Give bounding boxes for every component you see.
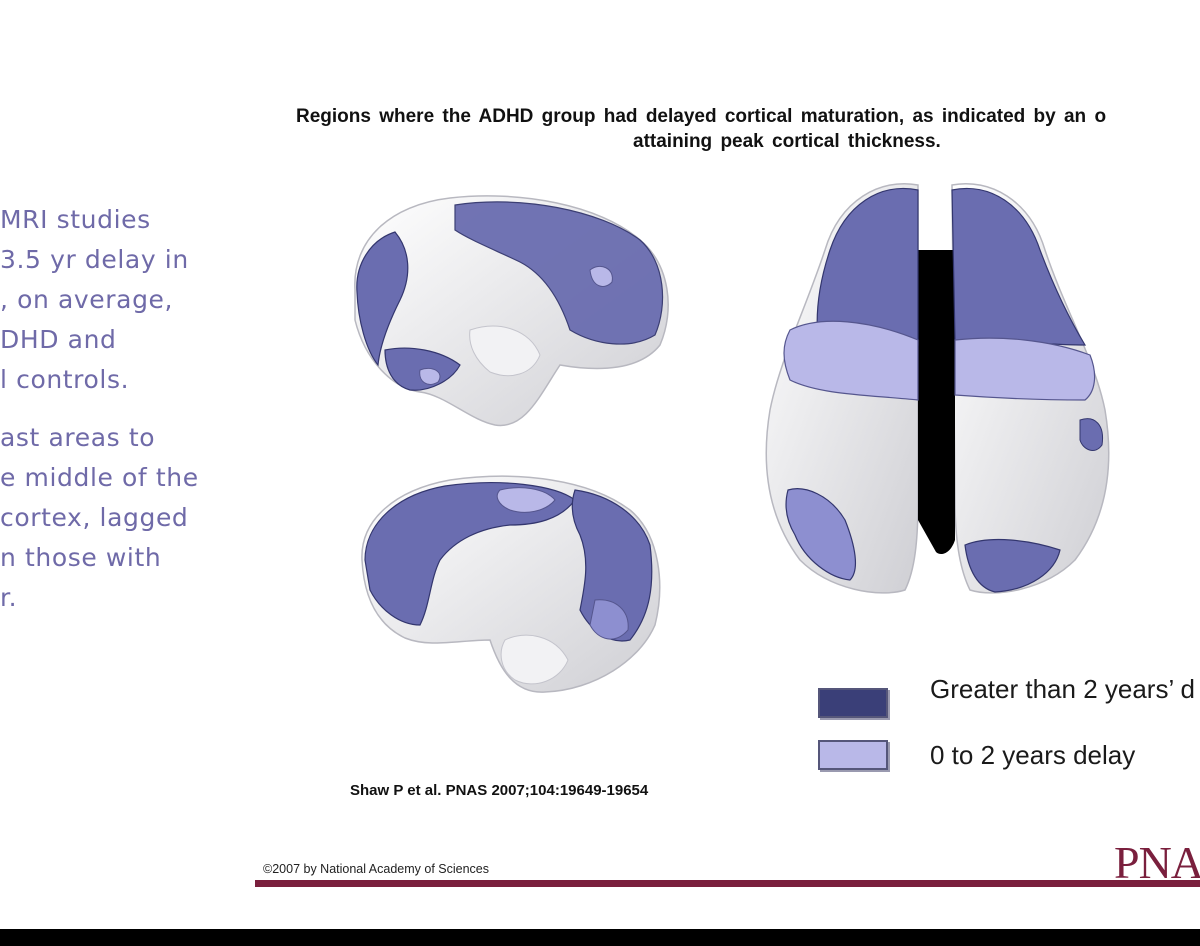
copyright-notice: ©2007 by National Academy of Sciences [263,862,490,876]
text-line: l controls. [0,365,130,394]
text-line: , on average, [0,285,174,314]
figure-title-line-1: Regions where the ADHD group had delayed… [296,106,1107,127]
legend-label-0-to-2-years: 0 to 2 years delay [930,740,1136,770]
legend-swatch-greater-than-2-years [818,688,888,718]
text-line: e middle of the [0,463,199,492]
slide: MRI studies 3.5 yr delay in , on average… [0,0,1200,946]
footer-rule [255,880,1200,887]
legend-swatch-0-to-2-years [818,740,888,770]
text-line: cortex, lagged [0,503,189,532]
text-line: r. [0,583,18,612]
bottom-black-bar [0,929,1200,946]
brain-dorsal-view [765,183,1110,594]
brain-lateral-view [354,195,669,427]
legend-label-greater-than-2-years: Greater than 2 years’ d [930,674,1195,704]
bullet-paragraph-1: MRI studies 3.5 yr delay in , on average… [0,200,240,400]
brain-medial-view [361,475,661,693]
citation: Shaw P et al. PNAS 2007;104:19649-19654 [350,782,649,799]
pnas-logo: PNAS [1114,837,1200,888]
figure-title-line-2: attaining peak cortical thickness. [633,131,941,152]
text-line: ast areas to [0,423,156,452]
text-line: DHD and [0,325,117,354]
slide-body-text: MRI studies 3.5 yr delay in , on average… [0,200,240,636]
text-line: MRI studies [0,205,151,234]
figure-title: Regions where the ADHD group had delayed… [296,104,1200,154]
bullet-paragraph-2: ast areas to e middle of the cortex, lag… [0,418,240,618]
brain-figure [354,183,1110,693]
text-line: 3.5 yr delay in [0,245,189,274]
text-line: n those with [0,543,162,572]
